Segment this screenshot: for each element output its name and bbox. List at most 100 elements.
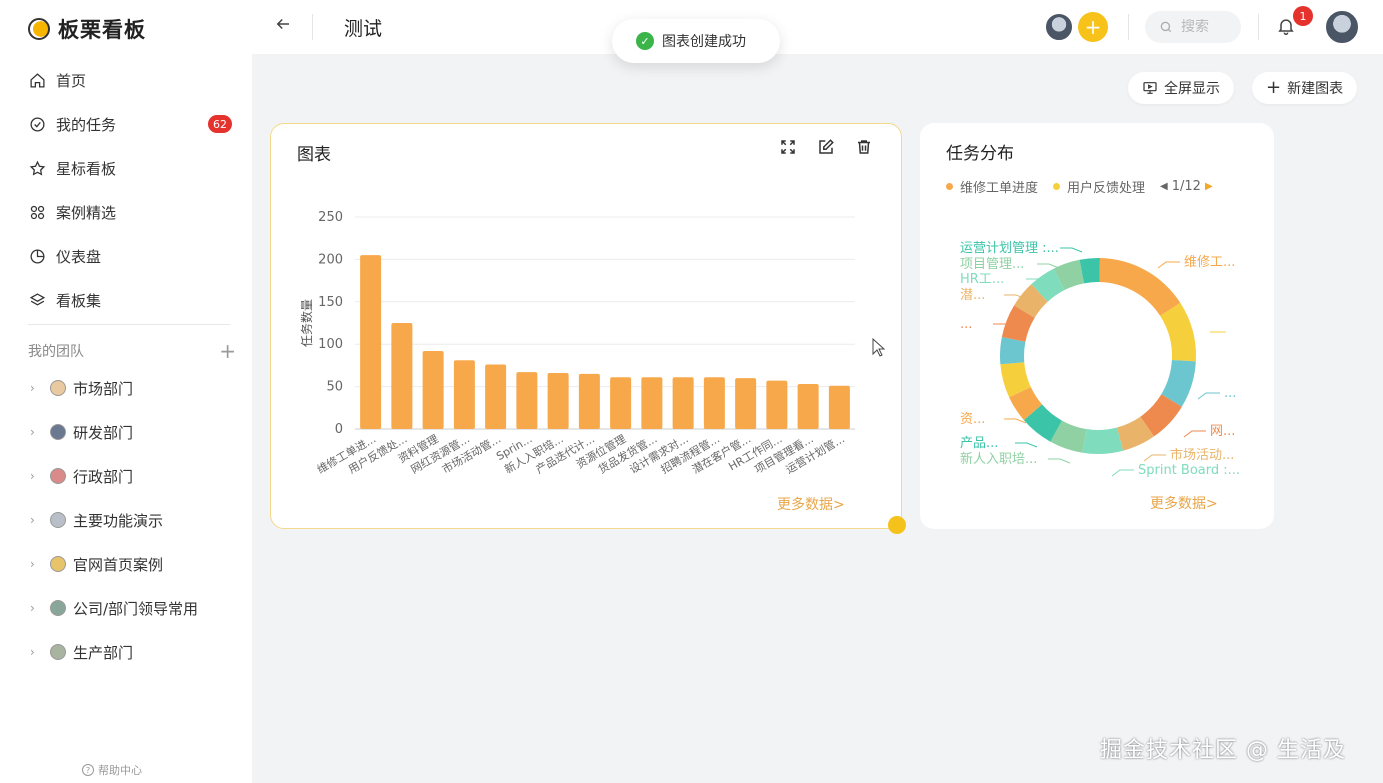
- top-header: 测试 + 1: [252, 0, 1383, 54]
- success-toast: ✓ 图表创建成功: [612, 19, 780, 63]
- app-name: 板栗看板: [58, 18, 146, 42]
- bar[interactable]: [766, 380, 788, 429]
- team-label: 行政部门: [73, 467, 134, 486]
- slice-label: Sprint Board :...: [1138, 463, 1240, 478]
- team-item[interactable]: › 研发部门: [0, 410, 252, 454]
- bar[interactable]: [391, 323, 413, 429]
- fullscreen-label: 全屏显示: [1164, 81, 1220, 97]
- donut-slice[interactable]: [1099, 258, 1181, 316]
- logo-icon: [28, 18, 50, 40]
- bar[interactable]: [360, 255, 382, 429]
- slice-label: ...: [960, 317, 972, 332]
- fullscreen-button[interactable]: 全屏显示: [1128, 72, 1234, 104]
- app-logo[interactable]: 板栗看板: [28, 14, 146, 44]
- team-avatar: [50, 600, 66, 616]
- bar[interactable]: [828, 385, 850, 429]
- team-avatar: [50, 468, 66, 484]
- header-divider: [1128, 14, 1129, 40]
- donut-chart-card[interactable]: 任务分布 维修工单进度 用户反馈处理 ◀ 1/12 ▶ 运营计划管理 :... 项…: [920, 123, 1274, 529]
- team-item[interactable]: › 市场部门: [0, 366, 252, 410]
- chevron-right-icon[interactable]: ›: [30, 513, 40, 527]
- add-member-button[interactable]: +: [1078, 12, 1108, 42]
- chevron-right-icon[interactable]: ›: [30, 381, 40, 395]
- nav-item-my-tasks[interactable]: 我的任务 62: [0, 102, 252, 146]
- bar[interactable]: [453, 360, 475, 429]
- y-axis-label: 任务数量: [299, 299, 314, 347]
- team-item[interactable]: › 生产部门: [0, 630, 252, 674]
- add-team-icon[interactable]: +: [219, 341, 236, 361]
- more-data-link[interactable]: 更多数据>: [777, 494, 845, 514]
- bar[interactable]: [735, 378, 757, 429]
- bar[interactable]: [610, 377, 632, 429]
- label-leader-line: [1183, 430, 1206, 438]
- label-leader-line: [1015, 442, 1038, 448]
- nav-item-home[interactable]: 首页: [0, 58, 252, 102]
- nav-item-starred[interactable]: 星标看板: [0, 146, 252, 190]
- bar-chart: 050100150200250任务数量维修工单进...用户反馈处...资料管理网…: [299, 210, 855, 476]
- chevron-right-icon[interactable]: ›: [30, 425, 40, 439]
- question-icon: ?: [82, 764, 94, 776]
- header-divider: [312, 14, 313, 40]
- resize-handle[interactable]: [888, 516, 906, 534]
- back-arrow-icon[interactable]: [274, 14, 292, 38]
- team-item[interactable]: › 公司/部门领导常用: [0, 586, 252, 630]
- slice-label: HR工...: [960, 272, 1004, 287]
- bar[interactable]: [578, 373, 600, 429]
- donut-slice[interactable]: [1082, 427, 1124, 454]
- bar[interactable]: [422, 350, 444, 429]
- help-center-link[interactable]: ? 帮助中心: [82, 762, 142, 778]
- watermark: 掘金技术社区 @ 生活及: [1100, 738, 1346, 763]
- search-input[interactable]: [1181, 19, 1231, 35]
- help-label: 帮助中心: [98, 764, 142, 777]
- mouse-cursor-icon: [872, 338, 886, 357]
- y-tick-label: 150: [318, 295, 343, 310]
- slice-label: 产品...: [960, 436, 998, 451]
- bar[interactable]: [516, 372, 538, 429]
- user-avatar[interactable]: [1324, 9, 1360, 45]
- nav-label: 首页: [56, 71, 87, 90]
- label-leader-line: [1111, 469, 1134, 477]
- chevron-right-icon[interactable]: ›: [30, 601, 40, 615]
- donut-chart: 运营计划管理 :...项目管理...HR工...潜...... 资... 产品...…: [960, 241, 1240, 478]
- label-leader-line: [1157, 261, 1180, 269]
- y-tick-label: 200: [318, 252, 343, 267]
- monitor-icon: [1143, 82, 1157, 94]
- team-item[interactable]: › 行政部门: [0, 454, 252, 498]
- label-leader-line: [1060, 247, 1083, 253]
- bar-chart-card[interactable]: 图表 0 50 100 150 200 250 任务数量 维修工单进... 用户反馈处... 资料…: [270, 123, 902, 529]
- chevron-right-icon[interactable]: ›: [30, 557, 40, 571]
- team-label: 生产部门: [73, 643, 134, 662]
- team-avatar: [50, 644, 66, 660]
- team-label: 主要功能演示: [73, 511, 164, 530]
- toast-text: 图表创建成功: [662, 34, 746, 50]
- donut-slice[interactable]: [1000, 337, 1026, 365]
- home-icon: [28, 71, 46, 89]
- bar[interactable]: [641, 377, 663, 429]
- team-section-label: 我的团队: [28, 344, 84, 360]
- chevron-right-icon[interactable]: ›: [30, 645, 40, 659]
- bar[interactable]: [703, 377, 725, 429]
- label-leader-line: [1037, 263, 1060, 269]
- more-data-link[interactable]: 更多数据>: [1150, 493, 1218, 513]
- layers-icon: [28, 291, 46, 309]
- slice-label: 潜...: [960, 288, 985, 303]
- bar[interactable]: [797, 384, 819, 429]
- search-box[interactable]: [1145, 11, 1241, 43]
- chevron-right-icon[interactable]: ›: [30, 469, 40, 483]
- y-tick-label: 250: [318, 210, 343, 225]
- nav-item-dashboard[interactable]: 仪表盘: [0, 234, 252, 278]
- nav-item-board-sets[interactable]: 看板集: [0, 278, 252, 322]
- grid-icon: [28, 203, 46, 221]
- bar[interactable]: [672, 377, 694, 429]
- bar[interactable]: [547, 373, 569, 429]
- member-avatar[interactable]: [1044, 12, 1074, 42]
- bar[interactable]: [485, 364, 507, 429]
- y-tick-label: 100: [318, 337, 343, 352]
- team-section-header: 我的团队 +: [28, 341, 236, 361]
- team-item[interactable]: › 官网首页案例: [0, 542, 252, 586]
- check-circle-icon: [28, 115, 46, 133]
- team-item[interactable]: › 主要功能演示: [0, 498, 252, 542]
- task-count-badge: 62: [208, 115, 232, 133]
- nav-item-cases[interactable]: 案例精选: [0, 190, 252, 234]
- new-chart-button[interactable]: + 新建图表: [1252, 72, 1358, 104]
